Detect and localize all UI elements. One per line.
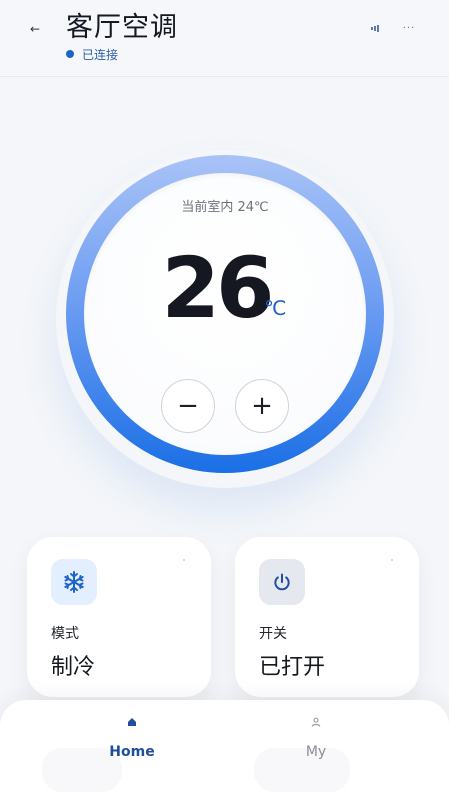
connection-status-label: 已连接 [82,47,119,62]
back-button[interactable]: ← [24,18,46,40]
nav-my[interactable]: My [271,712,361,768]
nav-home[interactable]: Home [87,712,177,768]
plus-icon: + [251,391,273,421]
more-button[interactable]: ··· [399,18,419,38]
bottom-nav: Home My [0,700,449,800]
back-arrow-icon: ← [29,22,41,36]
top-bar: ← 客厅空调 已连接 ··· [0,0,449,77]
home-icon [124,714,140,730]
decrease-temperature-button[interactable]: − [161,379,215,433]
signal-icon[interactable] [364,18,384,38]
mode-card[interactable]: 模式 制冷 [27,537,211,697]
power-card[interactable]: 开关 已打开 [235,537,419,697]
user-icon [308,714,324,730]
mode-label: 模式 [51,626,79,642]
indoor-temperature-label: 当前室内 24℃ [181,200,269,215]
snowflake-icon [51,559,97,605]
mode-value: 制冷 [51,655,96,680]
power-label: 开关 [259,626,287,642]
temperature-unit: ℃ [264,296,287,320]
card-dot-icon [183,559,185,561]
page-title: 客厅空调 [66,12,178,43]
nav-my-label: My [305,744,327,760]
connection-status: 已连接 [66,46,118,62]
more-icon: ··· [402,22,416,34]
nav-home-label: Home [109,744,155,760]
target-temperature: 26 [161,239,275,337]
power-value: 已打开 [259,655,326,680]
status-dot-icon [66,50,74,58]
minus-icon: − [177,391,199,421]
power-icon [259,559,305,605]
increase-temperature-button[interactable]: + [235,379,289,433]
card-dot-icon [391,559,393,561]
